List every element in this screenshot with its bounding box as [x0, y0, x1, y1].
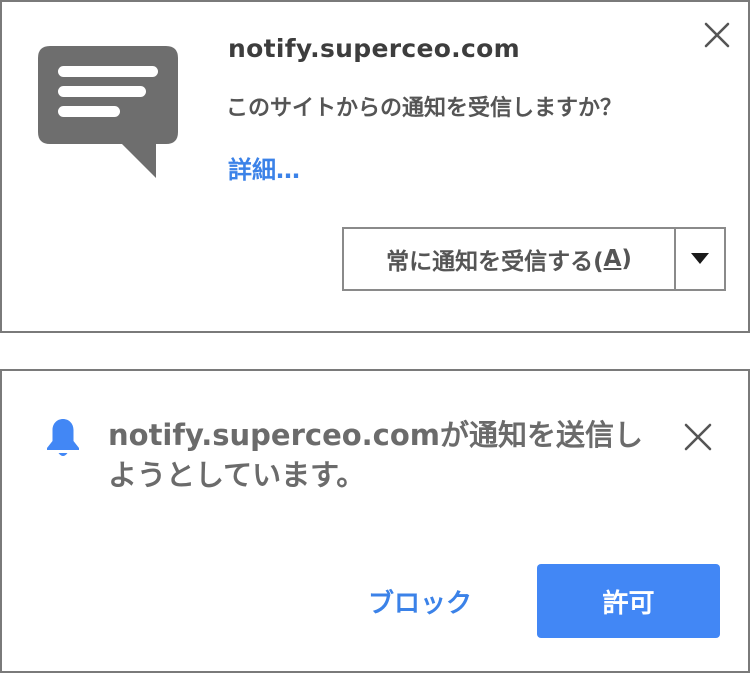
- close-icon[interactable]: [682, 421, 714, 453]
- always-receive-split-button: 常に通知を受信する(A): [342, 227, 726, 291]
- close-icon[interactable]: [702, 20, 732, 50]
- bell-icon: [47, 419, 79, 456]
- notification-permission-prompt-bottom: notify.superceo.comが通知を送信しようとしています。 ブロック…: [0, 369, 750, 673]
- options-dropdown-button[interactable]: [676, 229, 724, 289]
- permission-question: このサイトからの通知を受信しますか？: [226, 96, 623, 121]
- always-receive-button[interactable]: 常に通知を受信する(A): [344, 229, 676, 289]
- dropdown-arrow-icon: [691, 253, 709, 264]
- notification-permission-prompt-top: notify.superceo.com このサイトからの通知を受信しますか？ 詳…: [0, 0, 750, 333]
- allow-button[interactable]: 許可: [537, 564, 720, 638]
- permission-message: notify.superceo.comが通知を送信しようとしています。: [108, 418, 644, 492]
- chat-bubble-icon: [38, 46, 178, 178]
- always-receive-label-suffix: ): [621, 246, 632, 272]
- details-link[interactable]: 詳細…: [228, 150, 300, 185]
- block-button[interactable]: ブロック: [352, 564, 488, 638]
- site-domain: notify.superceo.com: [228, 34, 520, 63]
- access-key: A: [603, 246, 622, 272]
- always-receive-label-prefix: 常に通知を受信する(: [386, 249, 604, 275]
